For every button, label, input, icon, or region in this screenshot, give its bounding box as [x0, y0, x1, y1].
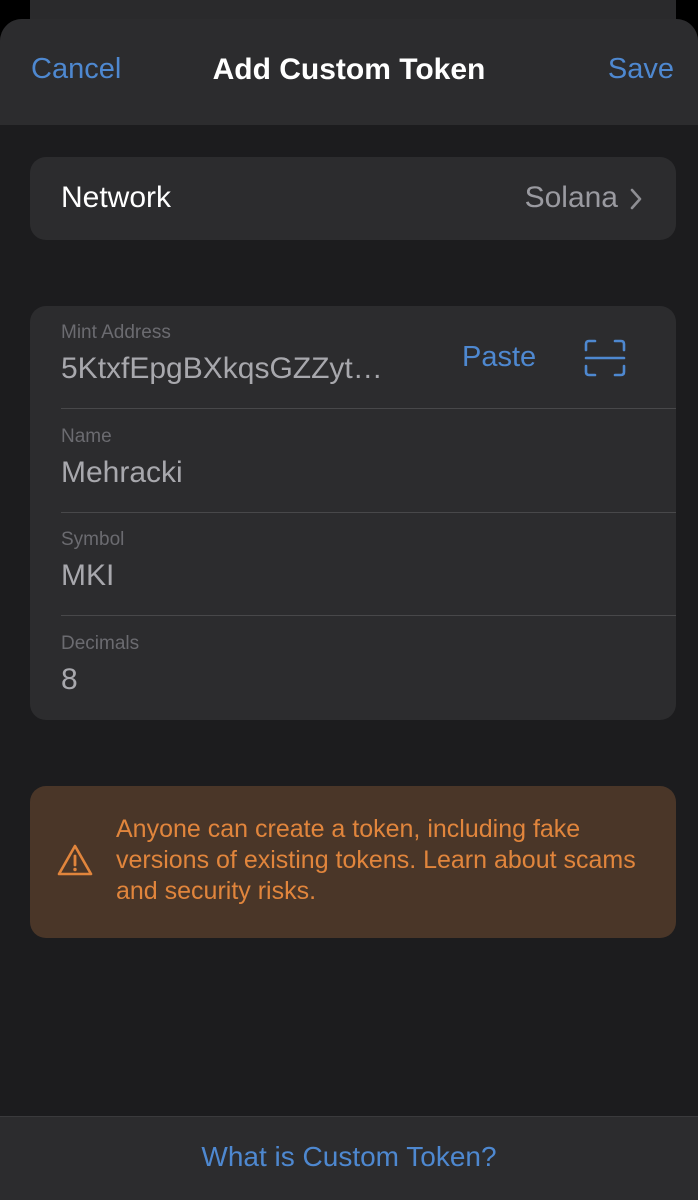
token-fields-group: Mint Address 5KtxfEpgBXkqsGZZyt… Paste N… [30, 306, 676, 720]
warning-text: Anyone can create a token, including fak… [116, 815, 636, 905]
network-value: Solana [524, 181, 618, 214]
navigation-bar: Cancel Add Custom Token Save [0, 19, 698, 125]
security-warning-banner: Anyone can create a token, including fak… [30, 786, 676, 938]
save-button[interactable]: Save [608, 53, 674, 86]
footer-bar: What is Custom Token? [0, 1116, 698, 1200]
mint-address-value: 5KtxfEpgBXkqsGZZyt… [61, 352, 383, 385]
cancel-button[interactable]: Cancel [31, 53, 121, 86]
name-label: Name [61, 426, 112, 447]
name-field[interactable]: Name Mehracki [30, 410, 676, 513]
mint-address-label: Mint Address [61, 322, 171, 343]
name-value: Mehracki [61, 456, 183, 489]
decimals-value: 8 [61, 663, 78, 696]
scan-qr-icon[interactable] [583, 338, 627, 378]
network-selector[interactable]: Network Solana [30, 157, 676, 240]
chevron-right-icon [630, 188, 642, 210]
warning-triangle-icon [57, 844, 93, 876]
divider [61, 615, 676, 616]
network-label: Network [61, 181, 172, 214]
mint-address-field[interactable]: Mint Address 5KtxfEpgBXkqsGZZyt… Paste [30, 306, 676, 409]
symbol-label: Symbol [61, 529, 125, 550]
what-is-custom-token-link[interactable]: What is Custom Token? [0, 1141, 698, 1173]
decimals-label: Decimals [61, 633, 140, 654]
paste-button[interactable]: Paste [462, 341, 536, 374]
symbol-value: MKI [61, 559, 115, 592]
divider [61, 408, 676, 409]
symbol-field[interactable]: Symbol MKI [30, 513, 676, 616]
decimals-field[interactable]: Decimals 8 [30, 617, 676, 720]
add-custom-token-sheet: Cancel Add Custom Token Save Network Sol… [0, 19, 698, 1200]
